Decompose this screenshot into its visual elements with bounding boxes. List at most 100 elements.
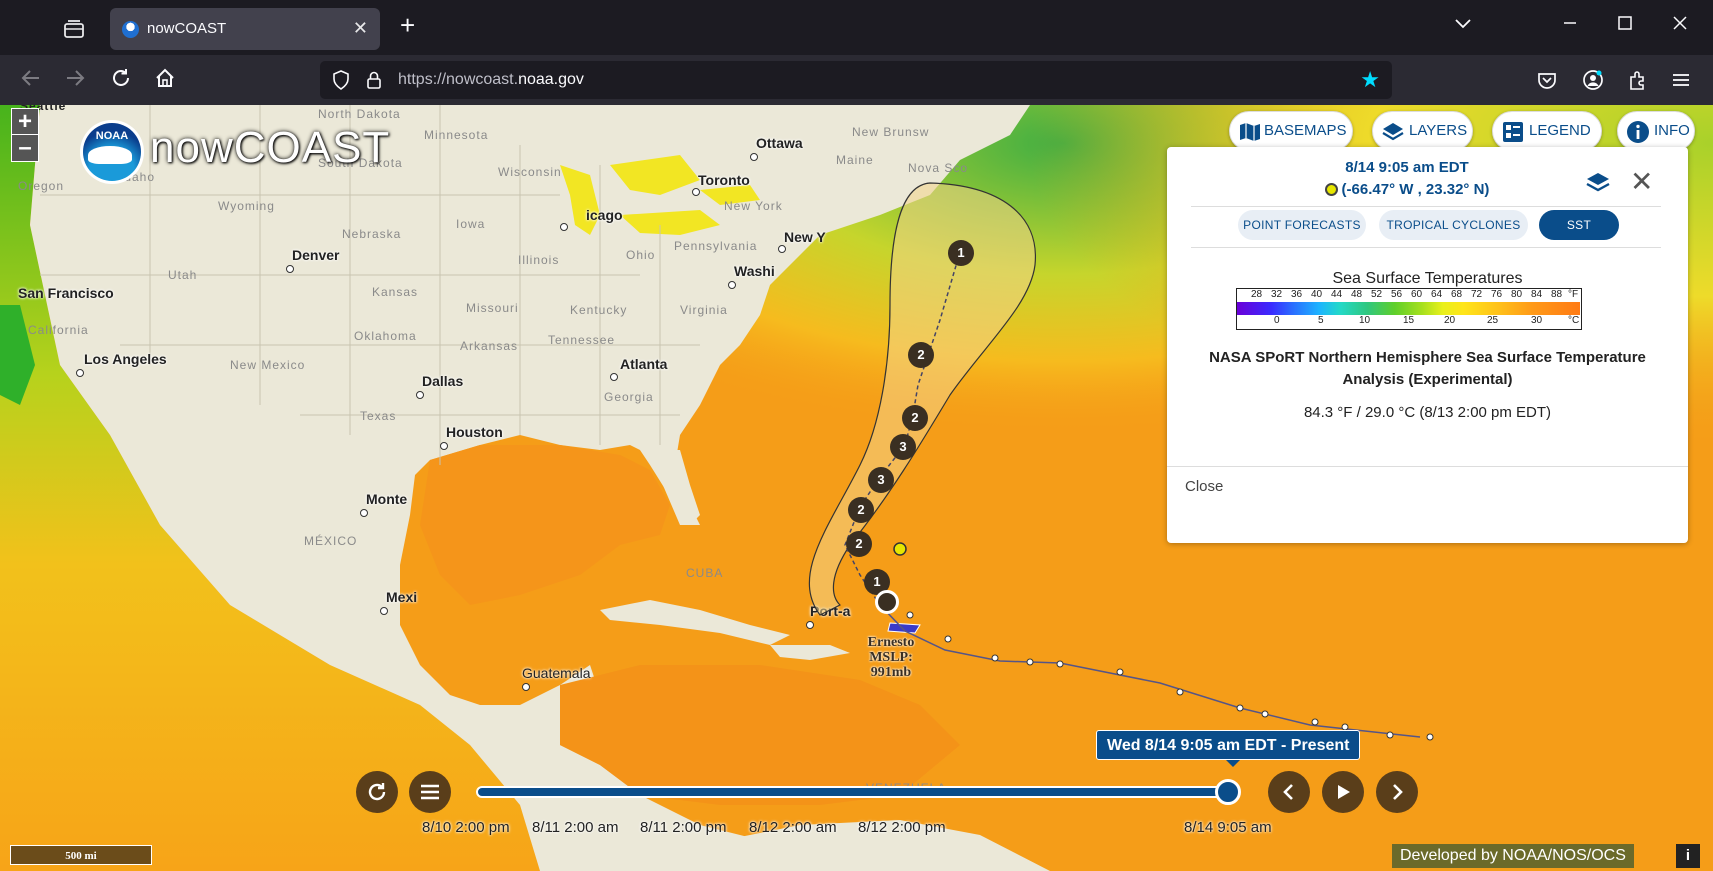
tick-f: 72 bbox=[1471, 289, 1483, 300]
tracking-shield-icon[interactable] bbox=[332, 70, 350, 90]
map-scale-bar: 500 mi bbox=[10, 845, 152, 865]
storm-marker[interactable]: 3 bbox=[868, 467, 894, 493]
pocket-icon[interactable] bbox=[1536, 69, 1558, 91]
tick-c-unit: °C bbox=[1568, 315, 1580, 326]
tab-close-icon[interactable]: ✕ bbox=[353, 18, 368, 39]
info-small-button[interactable]: i bbox=[1676, 844, 1700, 868]
step-forward-button[interactable] bbox=[1376, 771, 1418, 813]
legend-title: Sea Surface Temperatures bbox=[1332, 270, 1523, 287]
sst-color-scale: 28 32 36 40 44 48 52 56 60 64 68 72 76 8… bbox=[1236, 288, 1582, 330]
url-domain: noaa.gov bbox=[518, 71, 584, 88]
storm-marker[interactable]: 2 bbox=[908, 342, 934, 368]
step-back-button[interactable] bbox=[1268, 771, 1310, 813]
divider bbox=[1191, 247, 1661, 248]
tick-f: 80 bbox=[1511, 289, 1523, 300]
new-tab-button[interactable]: + bbox=[400, 12, 415, 38]
storm-label[interactable]: Ernesto MSLP: 991mb bbox=[856, 635, 926, 680]
app-title: nowCOAST bbox=[150, 123, 391, 172]
tick-f: 56 bbox=[1391, 289, 1403, 300]
divider bbox=[1167, 466, 1688, 467]
timeline-menu-button[interactable] bbox=[409, 771, 451, 813]
bookmark-star-icon[interactable]: ★ bbox=[1360, 67, 1380, 93]
tick-f: 48 bbox=[1351, 289, 1363, 300]
noaa-logo: NOAA bbox=[80, 120, 144, 184]
location-dot-icon bbox=[1324, 183, 1338, 196]
extensions-icon[interactable] bbox=[1626, 69, 1648, 91]
divider bbox=[1191, 206, 1661, 207]
map-viewport[interactable]: Seattle North Dakota Minnesota Oregon Id… bbox=[0, 105, 1713, 871]
tick-c: 20 bbox=[1444, 315, 1456, 326]
reload-icon[interactable] bbox=[110, 67, 132, 94]
timeline-tick-label: 8/10 2:00 pm bbox=[422, 819, 510, 836]
play-button[interactable] bbox=[1322, 771, 1364, 813]
menu-icon[interactable] bbox=[1670, 69, 1692, 91]
tick-f: 44 bbox=[1331, 289, 1343, 300]
panel-time: 8/14 9:05 am EDT bbox=[1345, 159, 1469, 176]
hurricane-current-icon[interactable] bbox=[875, 590, 899, 614]
close-button[interactable]: Close bbox=[1185, 478, 1223, 495]
timeline-tick-label: 8/12 2:00 am bbox=[749, 819, 837, 836]
tab-point-forecasts[interactable]: POINT FORECASTS bbox=[1238, 210, 1366, 240]
refresh-icon bbox=[368, 783, 386, 801]
storm-name: Ernesto bbox=[867, 635, 915, 650]
tick-c: 10 bbox=[1359, 315, 1371, 326]
account-icon[interactable] bbox=[1582, 69, 1604, 91]
window-close-icon[interactable] bbox=[1672, 14, 1688, 38]
logo-text: NOAA bbox=[95, 130, 129, 142]
browser-nav-bar: https://nowcoast.noaa.gov ★ bbox=[0, 55, 1713, 105]
tab-tropical-cyclones[interactable]: TROPICAL CYCLONES bbox=[1379, 210, 1528, 240]
timeline-tick-label: 8/12 2:00 pm bbox=[858, 819, 946, 836]
tick-f: 32 bbox=[1271, 289, 1283, 300]
maximize-icon[interactable] bbox=[1617, 14, 1633, 38]
layers-icon[interactable] bbox=[1585, 170, 1611, 196]
refresh-button[interactable] bbox=[356, 771, 398, 813]
layers-button[interactable]: LAYERS bbox=[1372, 111, 1473, 151]
tick-f: 52 bbox=[1371, 289, 1383, 300]
basemaps-button[interactable]: BASEMAPS bbox=[1229, 111, 1353, 151]
layers-label: LAYERS bbox=[1409, 122, 1468, 139]
storm-pressure-label: MSLP: bbox=[869, 650, 913, 665]
tick-f: 60 bbox=[1411, 289, 1423, 300]
storm-pressure-value: 991mb bbox=[870, 665, 912, 680]
info-button[interactable]: INFO bbox=[1617, 111, 1695, 151]
storm-marker[interactable]: 2 bbox=[848, 497, 874, 523]
zoom-out-button[interactable]: – bbox=[11, 134, 39, 162]
tab-nowcoast[interactable]: nowCOAST ✕ bbox=[110, 8, 380, 50]
noaa-favicon-icon bbox=[122, 21, 139, 38]
developed-by-credit[interactable]: Developed by NOAA/NOS/OCS bbox=[1392, 844, 1634, 868]
back-arrow-icon[interactable] bbox=[20, 67, 42, 94]
tick-c: 0 bbox=[1274, 315, 1280, 326]
tick-f: 40 bbox=[1311, 289, 1323, 300]
tick-c: 25 bbox=[1487, 315, 1499, 326]
legend-button[interactable]: LEGEND bbox=[1492, 111, 1602, 151]
tick-f: 76 bbox=[1491, 289, 1503, 300]
close-icon[interactable]: ✕ bbox=[1630, 165, 1653, 198]
tick-f: 88 bbox=[1551, 289, 1563, 300]
chevron-left-icon bbox=[1283, 784, 1293, 800]
forward-arrow-icon[interactable] bbox=[64, 67, 86, 94]
storm-marker[interactable]: 3 bbox=[890, 434, 916, 460]
panel-coordinates: (-66.47° W , 23.32° N) bbox=[1167, 181, 1647, 198]
url-bar[interactable]: https://nowcoast.noaa.gov ★ bbox=[320, 61, 1392, 99]
url-text[interactable]: https://nowcoast.noaa.gov bbox=[398, 71, 584, 89]
chevron-down-icon[interactable] bbox=[1454, 14, 1472, 38]
timeline-tick-label: 8/14 9:05 am bbox=[1184, 819, 1272, 836]
timeline-slider-track[interactable] bbox=[476, 786, 1236, 798]
tab-sst[interactable]: SST bbox=[1539, 210, 1619, 240]
point-info-panel: 8/14 9:05 am EDT (-66.47° W , 23.32° N) … bbox=[1167, 147, 1688, 543]
storm-marker[interactable]: 2 bbox=[846, 531, 872, 557]
tick-c: 15 bbox=[1403, 315, 1415, 326]
lock-icon[interactable] bbox=[366, 70, 382, 90]
tick-f: 36 bbox=[1291, 289, 1303, 300]
storm-marker[interactable]: 2 bbox=[902, 405, 928, 431]
sst-value: 84.3 °F / 29.0 °C (8/13 2:00 pm EDT) bbox=[1303, 404, 1552, 421]
tick-f-unit: °F bbox=[1568, 289, 1579, 300]
zoom-in-button[interactable]: + bbox=[11, 108, 39, 136]
tab-list-icon[interactable] bbox=[62, 18, 88, 40]
tick-c: 30 bbox=[1531, 315, 1543, 326]
minimize-icon[interactable] bbox=[1562, 14, 1578, 38]
menu-icon bbox=[421, 784, 439, 800]
storm-marker[interactable]: 1 bbox=[948, 240, 974, 266]
home-icon[interactable] bbox=[154, 67, 176, 94]
tick-f: 68 bbox=[1451, 289, 1463, 300]
